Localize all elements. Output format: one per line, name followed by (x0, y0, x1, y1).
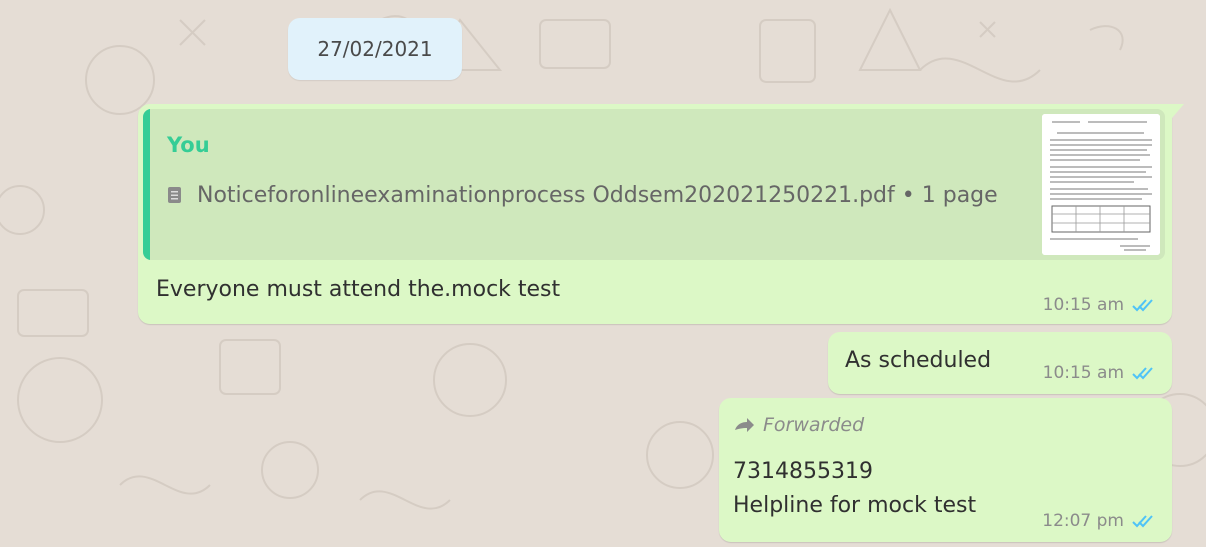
quoted-document-line: Noticeforonlineexaminationprocess Oddsem… (167, 176, 1027, 216)
quoted-message[interactable]: You Noticeforonlineexaminationprocess Od… (143, 109, 1165, 260)
document-icon (167, 186, 182, 204)
double-check-icon (1132, 515, 1153, 528)
date-chip: 27/02/2021 (288, 18, 462, 80)
message-time: 10:15 am (1042, 363, 1124, 383)
date-label: 27/02/2021 (317, 37, 433, 61)
message-time: 10:15 am (1042, 295, 1124, 315)
forward-arrow-icon (735, 418, 754, 432)
phone-number: 7314855319 (733, 459, 873, 484)
outgoing-message-bubble[interactable]: As scheduled 10:15 am (828, 332, 1172, 394)
quote-accent-bar (143, 109, 150, 260)
helpline-text: Helpline for mock test (733, 493, 977, 518)
message-text: As scheduled (845, 348, 992, 373)
message-text: Everyone must attend the.mock test (156, 277, 561, 302)
quote-sender-name: You (167, 133, 210, 157)
quoted-file-name: Noticeforonlineexaminationprocess Oddsem… (197, 183, 895, 208)
quoted-file-meta: • 1 page (901, 183, 998, 208)
outgoing-message-bubble-quoted-pdf[interactable]: You Noticeforonlineexaminationprocess Od… (138, 104, 1184, 324)
forwarded-message-text: 7314855319 Helpline for mock test (733, 455, 976, 523)
outgoing-forwarded-message-bubble[interactable]: Forwarded 7314855319 Helpline for mock t… (719, 398, 1172, 542)
double-check-icon (1132, 299, 1153, 312)
pdf-thumbnail[interactable] (1042, 114, 1160, 255)
message-time: 12:07 pm (1042, 511, 1124, 531)
forwarded-text: Forwarded (763, 414, 865, 436)
forwarded-label: Forwarded (733, 414, 864, 436)
double-check-icon (1132, 367, 1153, 380)
bubble-tail (1172, 104, 1184, 118)
